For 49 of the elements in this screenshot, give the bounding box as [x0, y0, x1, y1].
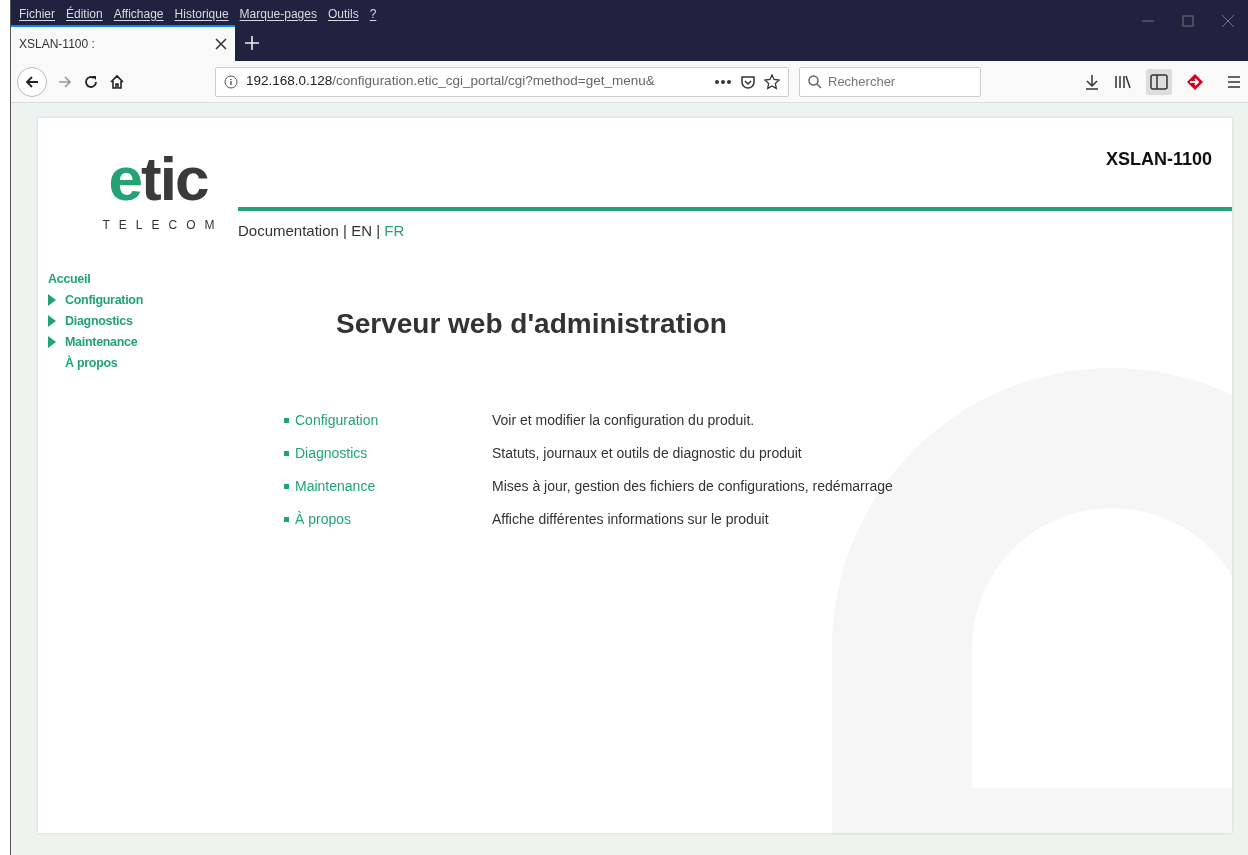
menu-icon[interactable] — [1226, 73, 1242, 90]
forward-icon[interactable] — [57, 73, 73, 90]
nav-link[interactable]: Documentation — [238, 222, 339, 239]
more-icon[interactable] — [714, 78, 732, 85]
expand-icon[interactable] — [48, 315, 56, 327]
menu-item[interactable]: Édition — [66, 4, 103, 23]
bullet-icon — [284, 517, 289, 523]
browser-tab[interactable]: XSLAN-1100 : — [11, 25, 235, 61]
close-icon[interactable] — [215, 38, 227, 50]
pocket-icon[interactable] — [740, 73, 756, 90]
reload-icon[interactable] — [83, 73, 99, 90]
bullet-icon — [284, 418, 289, 424]
sidebar-toggle-icon[interactable] — [1146, 68, 1172, 95]
star-icon[interactable] — [764, 73, 780, 90]
address-bar[interactable]: 192.168.0.128/configuration.etic_cgi_portal/cgi?method=get_menu& — [215, 66, 789, 97]
back-icon — [24, 73, 40, 90]
section-description: Affiche différentes informations sur le produit — [492, 510, 770, 530]
expand-icon[interactable] — [48, 336, 56, 348]
logo-text: etic — [108, 148, 208, 210]
separator-text: | — [376, 222, 381, 239]
back-button[interactable] — [17, 66, 47, 97]
bullet-icon — [284, 484, 289, 490]
menu-item[interactable]: ? — [369, 4, 377, 23]
menu-item[interactable]: Fichier — [19, 4, 55, 23]
download-icon[interactable] — [1084, 73, 1100, 90]
menu-item[interactable]: Marque-pages — [239, 4, 317, 23]
expand-icon[interactable] — [48, 294, 56, 306]
home-icon[interactable] — [109, 73, 125, 90]
menu-item[interactable]: Affichage — [113, 4, 164, 23]
extension-icon[interactable] — [1186, 72, 1204, 91]
separator-text: | — [343, 222, 347, 239]
info-icon — [224, 74, 238, 89]
page-title: Serveur web d'administration — [336, 306, 728, 341]
bullet-icon — [284, 451, 289, 457]
product-name: XSLAN-1100 — [1105, 148, 1213, 171]
url-text: 192.168.0.128/configuration.etic_cgi_portal/cgi?method=get_menu& — [246, 72, 656, 91]
nav-link[interactable]: EN — [351, 222, 372, 239]
tab-title: XSLAN-1100 : — [19, 36, 95, 53]
search-box[interactable]: Rechercher — [799, 66, 981, 97]
library-icon[interactable] — [1114, 73, 1132, 90]
section-description: Voir et modifier la configuration du produit. — [492, 411, 756, 431]
logo-subtitle: TELECOM — [101, 217, 224, 234]
search-icon — [808, 74, 822, 89]
section-description: Statuts, journaux et outils de diagnostic du produit — [492, 444, 803, 464]
maximize-icon[interactable] — [1182, 15, 1194, 27]
new-tab-icon[interactable] — [245, 36, 259, 50]
section-description: Mises à jour, gestion des fichiers de configurations, redémarrage — [492, 477, 893, 497]
menu-item[interactable]: Historique — [174, 4, 229, 23]
menu-item[interactable]: Outils — [327, 4, 359, 23]
